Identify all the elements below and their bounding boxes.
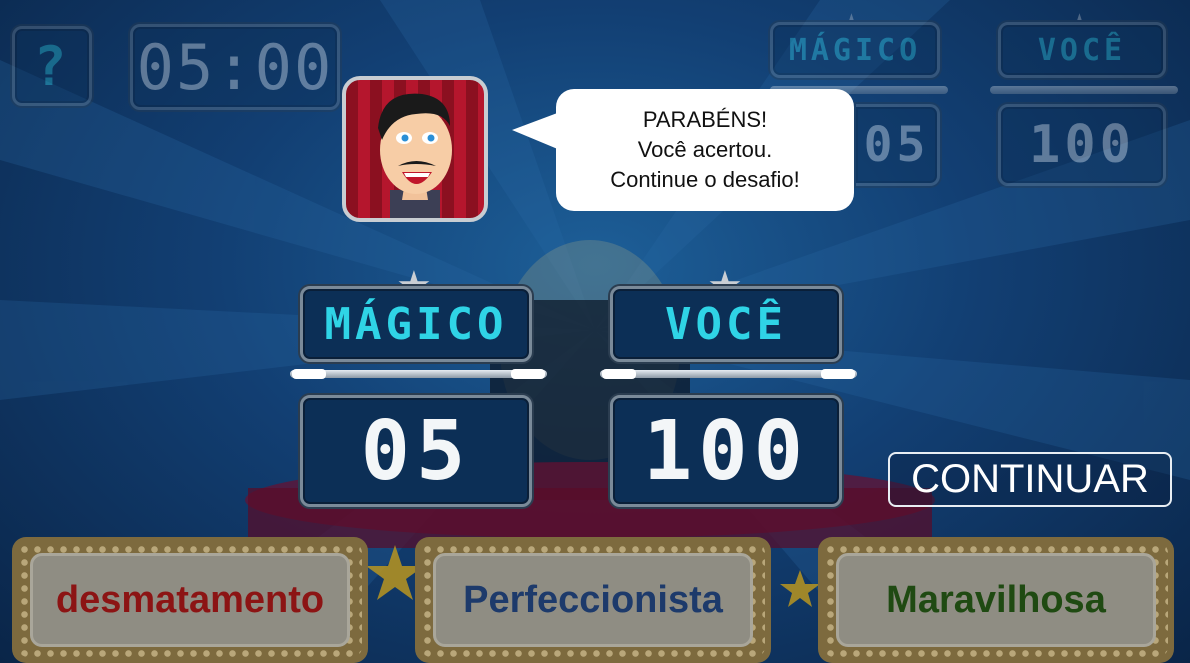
magico-divider [290,369,547,379]
help-label: ? [33,34,71,98]
magician-face-icon [378,93,452,218]
answer-card-2[interactable]: Perfeccionista [415,537,771,663]
continue-button[interactable]: CONTINUAR [888,452,1172,507]
voce-label: VOCÊ [665,298,787,350]
timer-value: 05:00 [136,30,334,104]
mini-magico-score: 05 [863,117,930,173]
mini-divider-right [990,86,1178,94]
mini-voce-score-panel: 100 [998,104,1166,186]
bubble-line-2: Você acertou. [637,137,773,162]
mini-voce-score: 100 [1029,115,1135,175]
voce-divider [600,369,857,379]
speech-bubble: PARABÉNS! Você acertou. Continue o desaf… [556,89,854,211]
timer-display: 05:00 [130,24,340,110]
voce-score: 100 [642,403,810,499]
answer-label-3: Maravilhosa [886,578,1106,621]
answer-card-2-inner: Perfeccionista [433,553,753,647]
answer-label-2: Perfeccionista [463,578,723,621]
answer-card-3-inner: Maravilhosa [836,553,1156,647]
help-button[interactable]: ? [12,26,92,106]
bubble-line-3: Continue o desafio! [610,167,800,192]
mini-magico-score-panel: 05 [856,104,940,186]
mini-voce-label-panel: VOCÊ [998,22,1166,78]
mini-voce-label: VOCÊ [1037,32,1127,68]
magician-avatar [342,76,488,222]
answer-card-3[interactable]: Maravilhosa [818,537,1174,663]
mini-magico-label-panel: MÁGICO [770,22,940,78]
voce-label-panel: VOCÊ [610,286,842,362]
magico-label: MÁGICO [324,298,508,350]
answer-card-1-inner: desmatamento [30,553,350,647]
mini-magico-label: MÁGICO [788,32,922,68]
speech-bubble-tail [512,112,560,150]
magico-score-panel: 05 [300,395,532,507]
voce-score-panel: 100 [610,395,842,507]
magico-label-panel: MÁGICO [300,286,532,362]
answer-label-1: desmatamento [55,578,325,621]
answer-card-1[interactable]: desmatamento [12,537,368,663]
magico-score: 05 [360,403,472,499]
bubble-line-1: PARABÉNS! [642,107,768,132]
